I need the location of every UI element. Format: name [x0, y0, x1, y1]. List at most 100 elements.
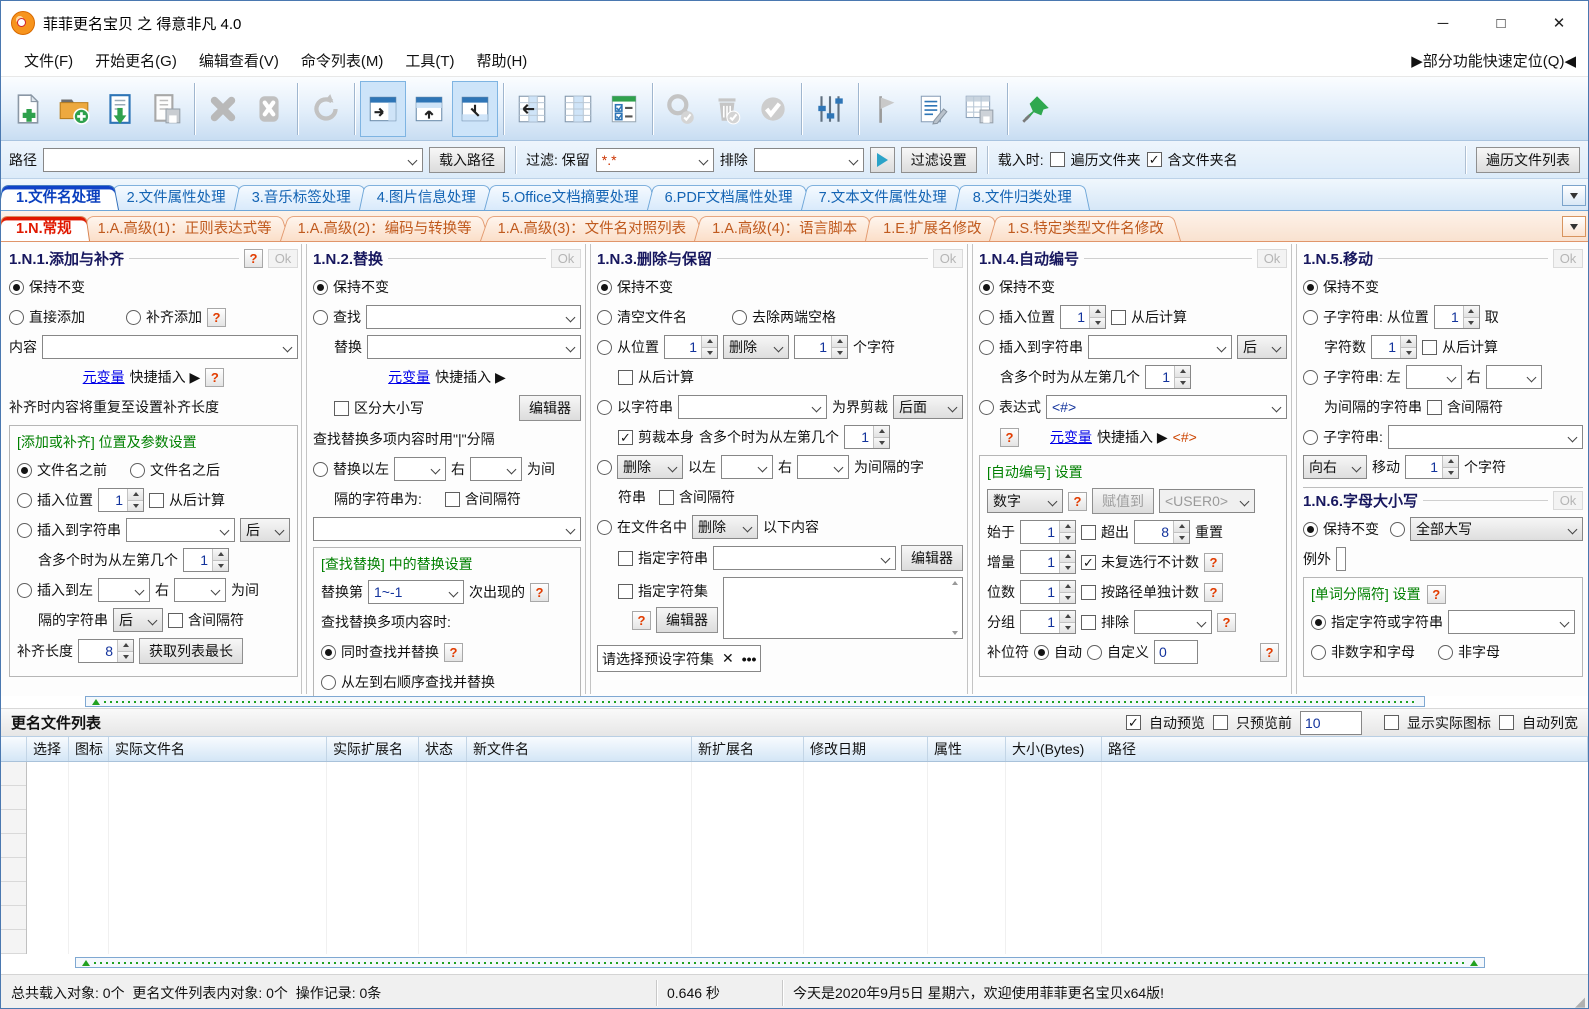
insert-to-string-label[interactable]: 插入到字符串 [999, 337, 1083, 357]
include-separator-checkbox[interactable] [168, 612, 183, 628]
calc-from-end-label[interactable]: 从后计算 [169, 490, 225, 510]
preview-first-checkbox[interactable] [1213, 715, 1228, 730]
overflow-label[interactable]: 超出 [1101, 522, 1129, 542]
column-modified-date[interactable]: 修改日期 [804, 737, 928, 761]
after-name-radio[interactable] [130, 462, 145, 478]
case-sensitive-label[interactable]: 区分大小写 [354, 398, 424, 418]
search-button-disabled[interactable] [658, 81, 704, 137]
help-button[interactable]: ? [1204, 582, 1223, 602]
tab-music-tag[interactable]: 3.音乐标签处理 [234, 183, 369, 210]
panel-right-toggle[interactable] [360, 80, 406, 137]
load-list-button[interactable] [97, 81, 143, 137]
include-separator-checkbox[interactable] [659, 489, 674, 505]
tab-filename[interactable]: 1.文件名处理 [1, 183, 119, 210]
column-size[interactable]: 大小(Bytes) [1006, 737, 1102, 761]
quick-insert-label[interactable]: 快捷插入 ▶ [1097, 427, 1168, 447]
nth-spinner[interactable]: 1 [183, 548, 229, 572]
help-button[interactable]: ? [1000, 427, 1019, 447]
non-alnum-radio[interactable] [1311, 644, 1326, 660]
keep-label[interactable]: 保持不变 [617, 277, 673, 297]
spec-string-combo[interactable] [713, 546, 896, 570]
tab-file-attr[interactable]: 2.文件属性处理 [109, 183, 244, 210]
exclude-combo[interactable] [1134, 610, 1212, 634]
find-radio[interactable] [313, 309, 328, 325]
insert-pos-spinner[interactable]: 1 [1060, 305, 1106, 329]
auto-preview-label[interactable]: 自动预览 [1149, 713, 1205, 733]
panel3-ok-button[interactable]: Ok [933, 249, 963, 268]
right-combo[interactable] [174, 578, 226, 602]
auto-column-width-checkbox[interactable] [1499, 715, 1514, 730]
metavar-link[interactable]: 元变量 [83, 367, 125, 387]
left-combo[interactable] [1405, 365, 1462, 389]
find-label[interactable]: 查找 [333, 307, 361, 327]
case-change-radio[interactable] [1390, 521, 1405, 537]
substring-direct-label[interactable]: 子字符串: [1323, 427, 1383, 447]
help-button[interactable]: ? [244, 249, 263, 268]
move-spinner[interactable]: 1 [1405, 455, 1459, 479]
substring-direct-radio[interactable] [1303, 429, 1318, 445]
in-name-radio[interactable] [597, 519, 612, 535]
calc-from-end-checkbox[interactable] [149, 492, 164, 508]
apply-button-disabled[interactable] [750, 81, 796, 137]
panel1-ok-button[interactable]: Ok [268, 249, 298, 268]
clear-name-label[interactable]: 清空文件名 [617, 307, 727, 327]
per-path-label[interactable]: 按路径单独计数 [1101, 582, 1199, 602]
between-replace-combo[interactable] [313, 517, 581, 541]
keep-label[interactable]: 保持不变 [333, 277, 389, 297]
subtab-compare-list[interactable]: 1.A.高级(3)：文件名对照列表 [480, 214, 705, 241]
keep-label[interactable]: 保持不变 [1323, 277, 1379, 297]
get-longest-button[interactable]: 获取列表最长 [139, 638, 243, 664]
editor-button[interactable]: 编辑器 [519, 395, 581, 421]
more-icon[interactable]: ••• [742, 651, 757, 667]
before-name-label[interactable]: 文件名之前 [37, 460, 125, 480]
uncounted-label[interactable]: 未复选行不计数 [1101, 552, 1199, 572]
column-attributes[interactable]: 属性 [928, 737, 1006, 761]
auto-column-width-label[interactable]: 自动列宽 [1522, 713, 1578, 733]
calc-from-end-checkbox[interactable] [1422, 339, 1437, 355]
digits-spinner[interactable]: 1 [1020, 580, 1076, 604]
exclude-label[interactable]: 排除 [1101, 612, 1129, 632]
insert-left-label[interactable]: 插入到左 [37, 580, 93, 600]
calc-from-end-label[interactable]: 从后计算 [638, 367, 694, 387]
include-separator-checkbox[interactable] [1427, 399, 1442, 415]
count-spinner[interactable]: 1 [1371, 335, 1417, 359]
horizontal-splitter[interactable] [85, 696, 1425, 707]
delete-action-combo[interactable]: 删除 [723, 335, 789, 359]
between-action-combo[interactable]: 删除 [617, 455, 683, 479]
minimize-button[interactable]: ─ [1414, 1, 1472, 45]
tab-office-summary[interactable]: 5.Office文档摘要处理 [484, 183, 657, 210]
subtab-specific-type[interactable]: 1.S.特定类型文件名修改 [989, 214, 1181, 241]
metavar-link[interactable]: 元变量 [388, 367, 430, 387]
pos-spinner[interactable]: 1 [1433, 305, 1480, 329]
custom-pad-radio[interactable] [1087, 644, 1102, 660]
walk-folders-checkbox[interactable] [1049, 152, 1065, 167]
subtab-extension[interactable]: 1.E.扩展名修改 [865, 214, 999, 241]
expression-radio[interactable] [979, 399, 994, 415]
keep-radio[interactable] [1303, 521, 1318, 537]
content-combo[interactable] [42, 335, 298, 359]
open-folder-add-button[interactable] [51, 81, 97, 137]
help-button[interactable]: ? [205, 367, 225, 387]
from-pos-label[interactable]: 从位置 [617, 337, 659, 357]
replace-combo[interactable] [367, 335, 581, 359]
direction-combo[interactable]: 向右 [1303, 455, 1367, 479]
help-button[interactable]: ? [1426, 584, 1446, 604]
auto-pad-radio[interactable] [1034, 644, 1049, 660]
clear-name-radio[interactable] [597, 309, 612, 325]
show-real-icons-label[interactable]: 显示实际图标 [1407, 713, 1491, 733]
charset-checkbox[interactable] [618, 583, 633, 599]
substring-between-label[interactable]: 子字符串: 左 [1323, 367, 1401, 387]
before-name-radio[interactable] [17, 462, 32, 478]
charset-editor-button[interactable]: 编辑器 [656, 607, 718, 633]
column-current-ext[interactable]: 实际扩展名 [327, 737, 419, 761]
help-button[interactable]: ? [632, 610, 651, 630]
walk-folders-label[interactable]: 遍历文件夹 [1071, 150, 1141, 170]
filter-run-button[interactable] [869, 146, 895, 173]
nth-spinner[interactable]: 1 [1145, 365, 1191, 389]
auto-preview-checkbox[interactable] [1126, 715, 1141, 730]
settings-sliders-button[interactable] [807, 81, 853, 137]
substring-combo[interactable] [1387, 425, 1583, 449]
column-new-ext[interactable]: 新扩展名 [692, 737, 804, 761]
include-folder-name-checkbox[interactable] [1146, 152, 1162, 167]
case-mode-combo[interactable]: 全部大写 [1410, 517, 1583, 541]
